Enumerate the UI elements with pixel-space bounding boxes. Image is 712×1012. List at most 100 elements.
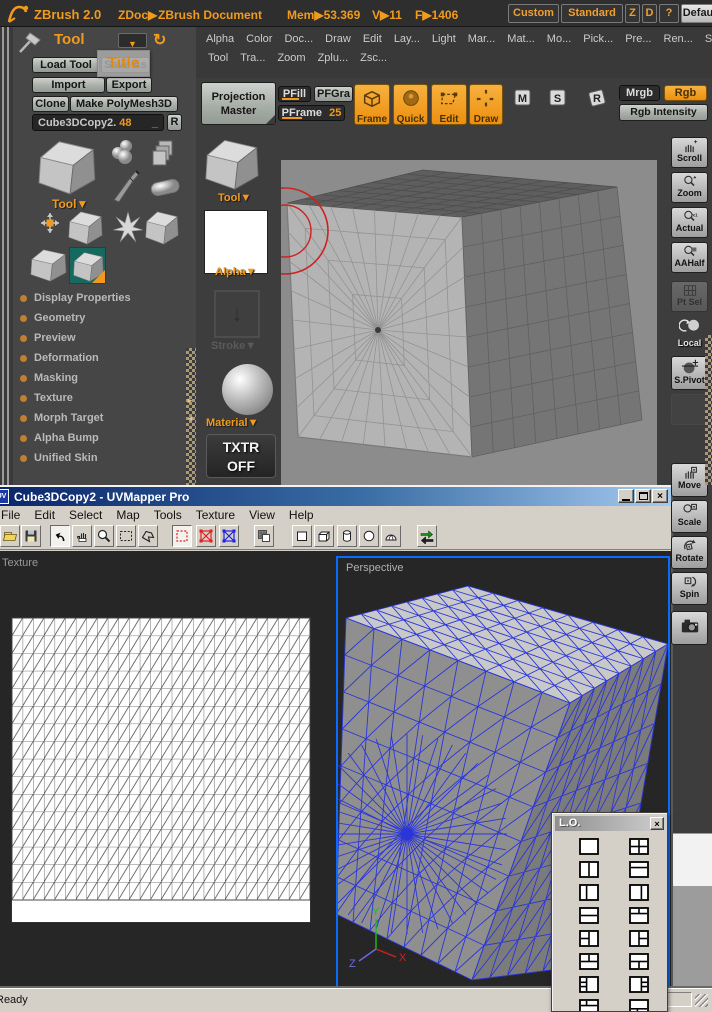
mrgb-button[interactable]: Mrgb xyxy=(619,85,660,101)
rgb-intensity-slider[interactable]: Rgb Intensity xyxy=(619,104,708,121)
material-preview[interactable] xyxy=(222,364,273,415)
menu-light[interactable]: Light xyxy=(432,33,456,45)
layout-option-vright[interactable] xyxy=(629,884,651,903)
edit-button[interactable]: Edit xyxy=(431,84,467,125)
menu-marker[interactable]: Mar... xyxy=(468,33,496,45)
uvmapper-titlebar[interactable]: UV Cube3DCopy2 - UVMapper Pro xyxy=(0,487,671,506)
layout-option-right-strip[interactable] xyxy=(629,976,651,995)
layout-option-quad[interactable] xyxy=(629,838,651,857)
layout-option-vleft[interactable] xyxy=(579,884,601,903)
spivot-button[interactable]: S.Pivot xyxy=(671,356,708,390)
actual-button[interactable]: x1 Actual xyxy=(671,207,708,238)
scroll-button[interactable]: Scroll xyxy=(671,137,708,168)
texture-copy-button[interactable] xyxy=(254,525,274,547)
quick-button[interactable]: Quick xyxy=(393,84,428,125)
aahalf-button[interactable]: AAHalf xyxy=(671,242,708,273)
uvm-menu-edit[interactable]: Edit xyxy=(27,508,62,522)
menu-zplugin[interactable]: Zplu... xyxy=(318,52,349,64)
help-tab[interactable]: ? xyxy=(659,4,679,23)
menu-layer[interactable]: Lay... xyxy=(394,33,420,45)
layer-brush-tool-thumbnail[interactable] xyxy=(152,139,174,167)
menu-transform[interactable]: Tra... xyxy=(240,52,265,64)
menu-alpha[interactable]: Alpha xyxy=(206,33,234,45)
section-texture[interactable]: Texture xyxy=(20,391,73,405)
standard-tab[interactable]: Standard xyxy=(561,4,623,23)
menu-color[interactable]: Color xyxy=(246,33,272,45)
spin-button[interactable]: Spin xyxy=(671,572,708,605)
map-cap-button[interactable] xyxy=(381,525,401,547)
section-unified-skin[interactable]: Unified Skin xyxy=(20,451,98,465)
strip-tool-preview[interactable] xyxy=(203,136,261,192)
load-tool-button[interactable]: Load Tool xyxy=(32,57,100,73)
map-box-button[interactable] xyxy=(314,525,334,547)
cube-tool-thumbnail[interactable] xyxy=(67,209,104,246)
menu-tool[interactable]: Tool xyxy=(208,52,228,64)
section-geometry[interactable]: Geometry xyxy=(20,311,85,325)
layout-option-vleft-h[interactable] xyxy=(579,930,601,949)
uv-map[interactable] xyxy=(11,617,311,923)
d-tab[interactable]: D xyxy=(642,4,657,23)
refresh-icon-glyph[interactable]: ↻ xyxy=(153,30,166,50)
uvm-menu-select[interactable]: Select xyxy=(62,508,109,522)
cube-tool-thumbnail-2[interactable] xyxy=(144,209,180,246)
swap-button[interactable] xyxy=(417,525,437,547)
strip-stroke-label[interactable]: Stroke▼ xyxy=(211,340,256,352)
strip-material-label[interactable]: Material▼ xyxy=(206,417,258,429)
zoom-button-zb[interactable]: Zoom xyxy=(671,172,708,203)
alpha-preview[interactable] xyxy=(204,210,268,274)
save-button[interactable] xyxy=(21,525,41,547)
knife-brush-tool-thumbnail[interactable] xyxy=(110,168,144,204)
rgb-button[interactable]: Rgb xyxy=(664,85,707,101)
layout-option-htop-v[interactable] xyxy=(629,907,651,926)
txtr-toggle-button[interactable]: TXTR OFF xyxy=(206,434,276,478)
strip-tool-label[interactable]: Tool▼ xyxy=(218,192,251,204)
layout-option-hmid[interactable] xyxy=(579,907,601,926)
divider-arrow-left-icon[interactable]: ◄ xyxy=(186,414,194,423)
draw-button[interactable]: Draw xyxy=(469,84,503,125)
multi-sphere-tool-thumbnail[interactable] xyxy=(110,139,136,165)
section-display-properties[interactable]: Display Properties xyxy=(20,291,131,305)
z-tab[interactable]: Z xyxy=(625,4,640,23)
snapshot-button[interactable] xyxy=(671,611,708,645)
resize-grip[interactable] xyxy=(695,994,708,1007)
layout-option-vright-h[interactable] xyxy=(629,930,651,949)
zbrush-canvas[interactable] xyxy=(241,160,657,485)
layout-option-htop[interactable] xyxy=(629,861,651,880)
frame-button[interactable]: Frame xyxy=(354,84,390,125)
map-sphere-button[interactable] xyxy=(359,525,379,547)
strip-alpha-label[interactable]: Alpha▼ xyxy=(215,266,256,278)
pan-button[interactable] xyxy=(72,525,92,547)
star-tool-thumbnail[interactable] xyxy=(112,211,144,243)
open-button[interactable] xyxy=(0,525,20,547)
scale-canvas-button[interactable]: Scale xyxy=(671,500,708,533)
uvm-menu-tools[interactable]: Tools xyxy=(147,508,189,522)
pframe-slider[interactable]: PFrame 25 xyxy=(278,105,345,121)
undo-button[interactable] xyxy=(50,525,70,547)
left-scrollbar[interactable] xyxy=(0,27,13,485)
divider-arrow-right-icon[interactable]: ► xyxy=(186,396,194,405)
move-gizmo-icon[interactable] xyxy=(40,212,60,234)
move-canvas-button[interactable]: Move xyxy=(671,463,708,497)
uvm-menu-map[interactable]: Map xyxy=(109,508,146,522)
pfgra-button[interactable]: PFGra xyxy=(314,86,353,102)
default-tab[interactable]: Defau xyxy=(681,4,712,23)
menu-render[interactable]: Ren... xyxy=(664,33,693,45)
import-button[interactable]: Import xyxy=(32,77,105,93)
uvm-menu-help[interactable]: Help xyxy=(282,508,321,522)
layout-option-hbottom-v[interactable] xyxy=(629,953,651,972)
maximize-button[interactable] xyxy=(635,489,651,503)
menu-zscript[interactable]: Zsc... xyxy=(360,52,387,64)
layout-palette-titlebar[interactable]: L.O. xyxy=(555,816,665,831)
marker-red-button[interactable] xyxy=(196,525,216,547)
uvm-menu-texture[interactable]: Texture xyxy=(189,508,242,522)
rotate-canvas-button[interactable]: Rotate xyxy=(671,536,708,569)
layout-palette-close-button[interactable]: × xyxy=(650,817,664,830)
menu-zoom[interactable]: Zoom xyxy=(277,52,305,64)
move-gyro-button[interactable]: M xyxy=(512,87,534,114)
select-poly-button[interactable] xyxy=(138,525,158,547)
zdoc-menu[interactable]: ZDoc▶ xyxy=(118,8,157,22)
layout-option-htop-v2[interactable] xyxy=(579,953,601,972)
pfill-button[interactable]: PFill xyxy=(278,86,311,102)
active-tool-thumbnail[interactable] xyxy=(36,137,98,197)
scale-gyro-button[interactable]: S xyxy=(547,87,569,114)
